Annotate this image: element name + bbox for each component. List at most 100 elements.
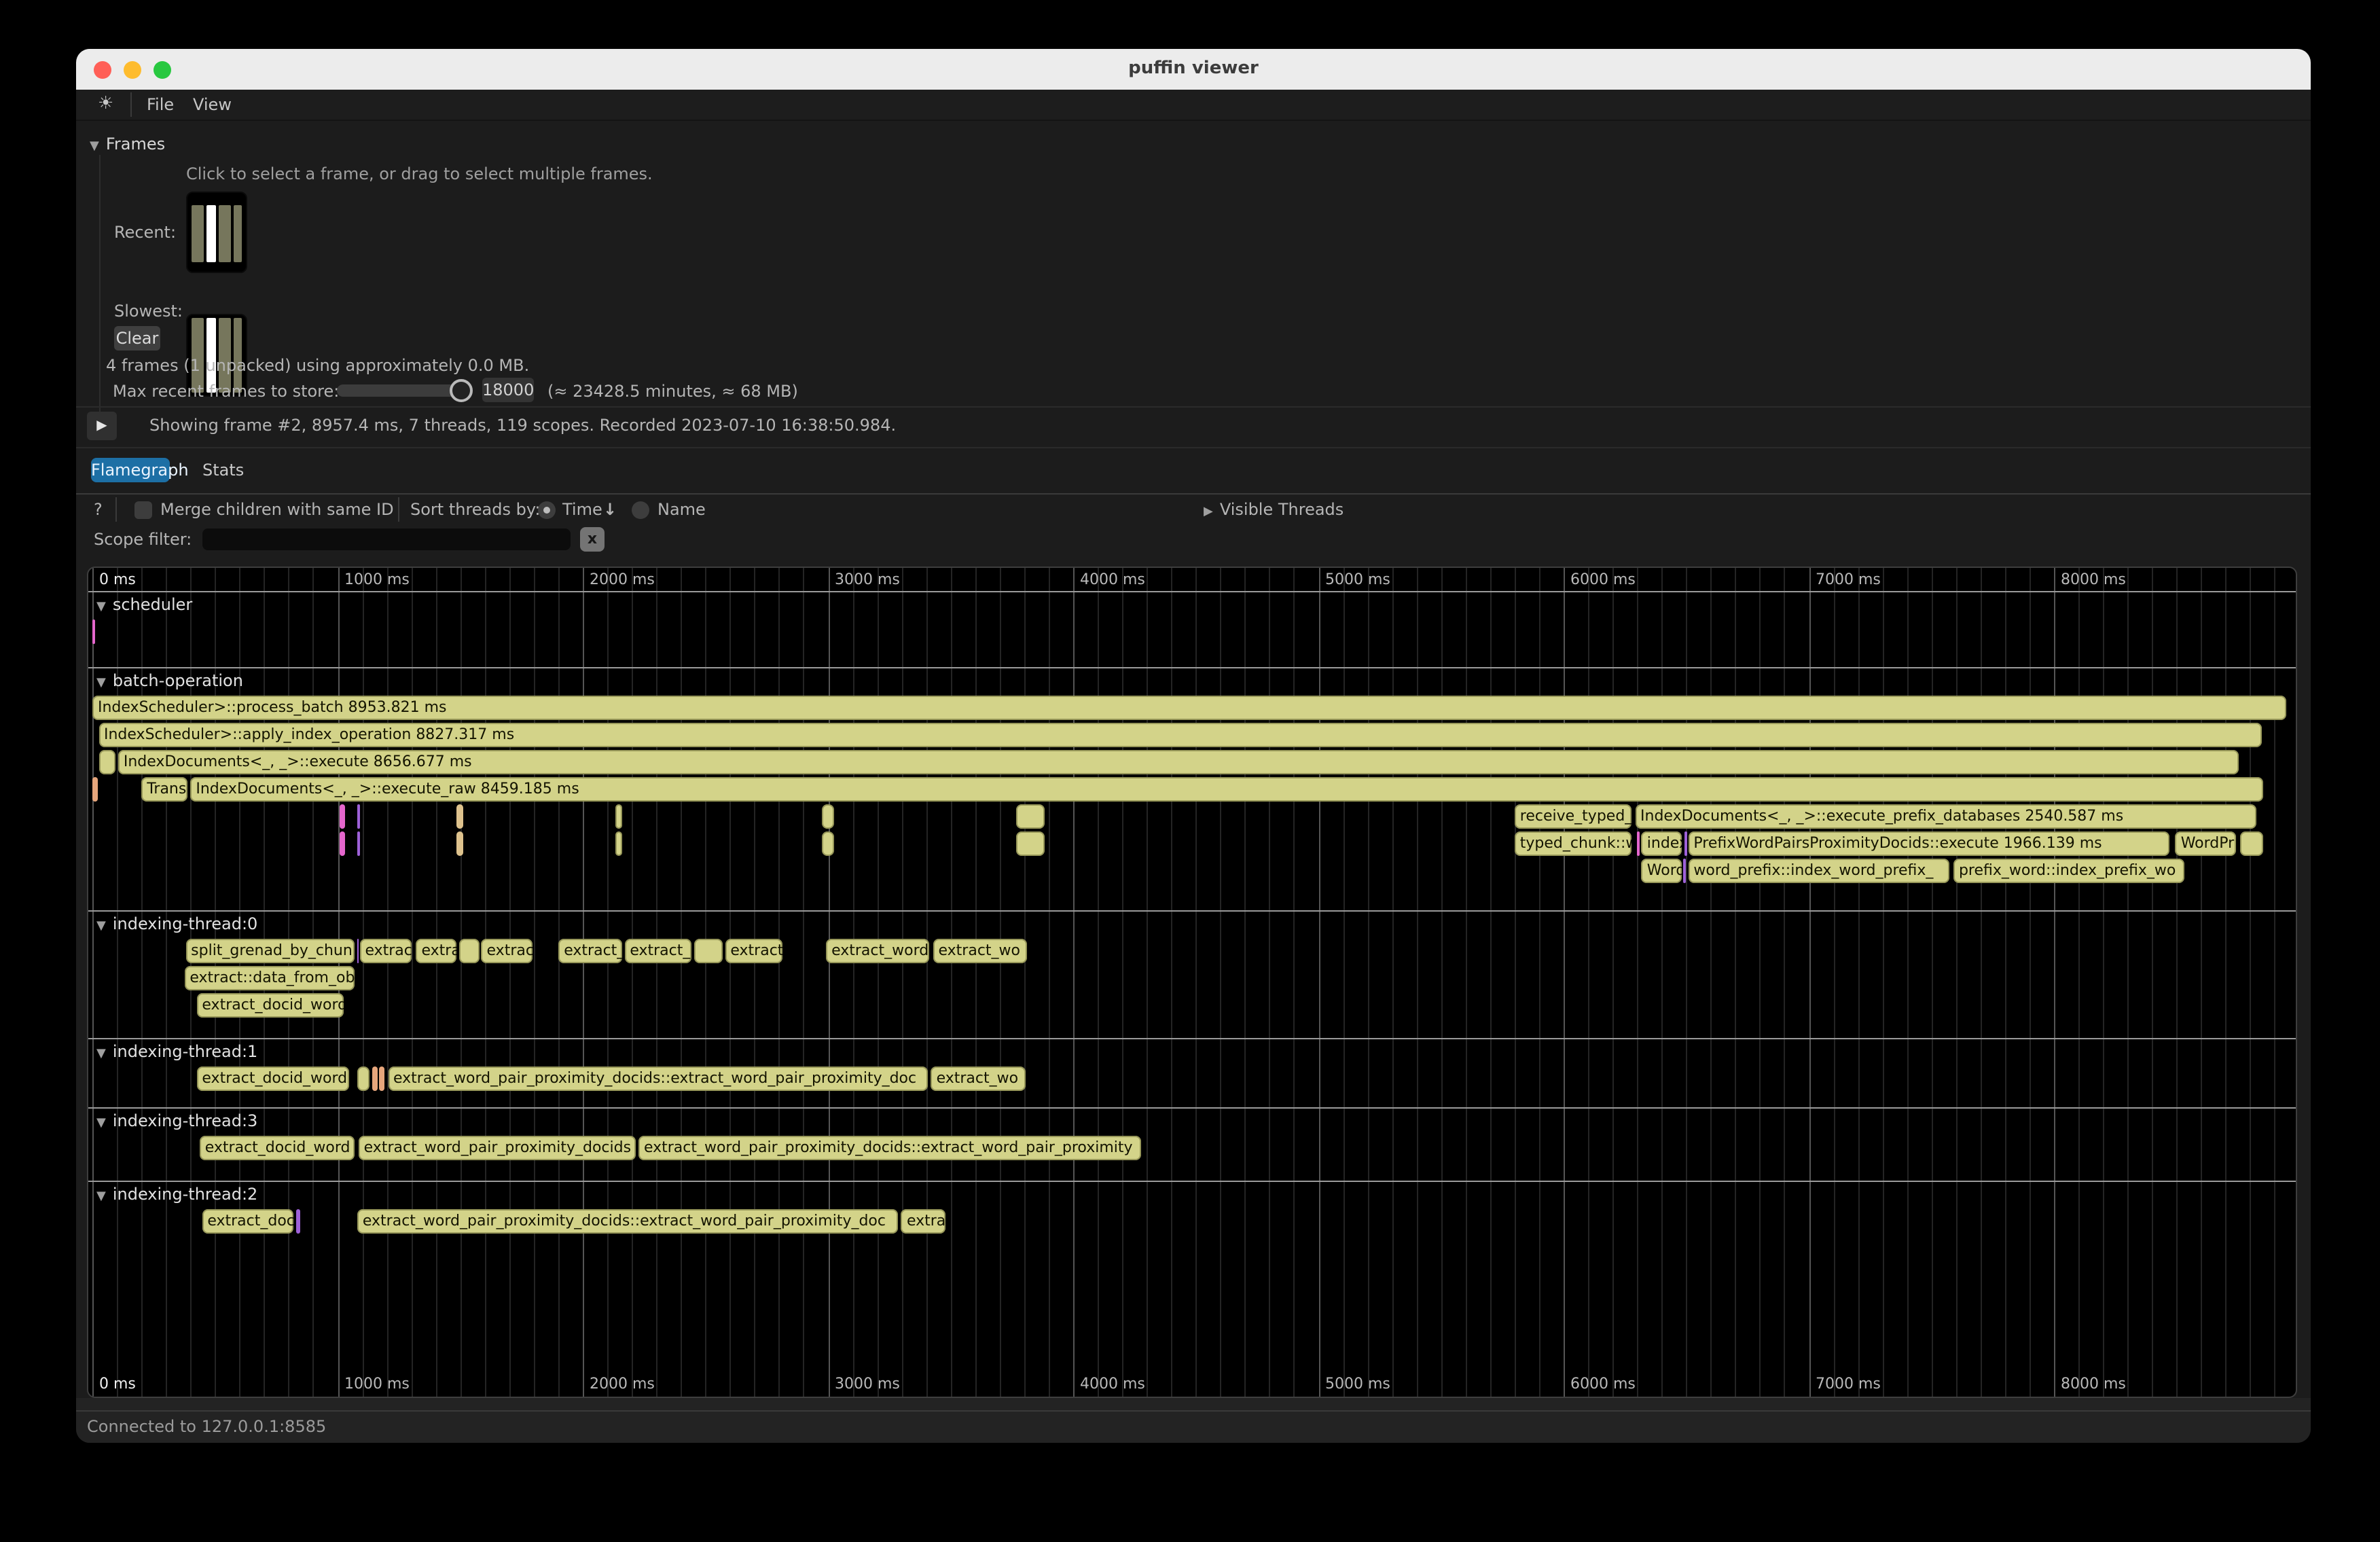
scope-bar[interactable] — [357, 831, 360, 856]
scope-bar[interactable]: extra — [416, 939, 456, 963]
scope-bar[interactable] — [1637, 831, 1640, 856]
scope-bar[interactable]: index — [1642, 831, 1682, 856]
menu-file[interactable]: File — [147, 95, 174, 114]
max-frames-slider-knob[interactable] — [450, 379, 473, 402]
merge-children-label[interactable]: Merge children with same ID — [160, 500, 394, 519]
scope-bar[interactable]: IndexScheduler>::apply_index_operation 8… — [98, 723, 2262, 747]
scope-bar[interactable] — [459, 939, 479, 963]
divider — [76, 447, 2311, 448]
help-button[interactable]: ? — [94, 500, 103, 519]
scope-bar[interactable]: extrac — [901, 1209, 945, 1234]
scope-bar[interactable] — [693, 939, 723, 963]
scope-bar[interactable]: extract_word — [826, 939, 930, 963]
clear-filter-button[interactable]: x — [580, 527, 605, 552]
scope-bar[interactable]: Trans — [141, 777, 187, 802]
grid-line — [2054, 568, 2055, 1397]
scope-bar[interactable]: IndexDocuments<_, _>::execute 8656.677 m… — [118, 750, 2239, 774]
scope-bar[interactable]: extract_word_pair_proximity_docids::extr… — [388, 1066, 928, 1091]
scope-bar[interactable]: IndexDocuments<_, _>::execute_raw 8459.1… — [190, 777, 2263, 802]
tab-flamegraph[interactable]: Flamegraph — [91, 458, 170, 482]
scope-bar[interactable]: IndexScheduler>::process_batch 8953.821 … — [92, 696, 2286, 720]
scope-bar[interactable]: extract_word_pair_proximity_docids::extr… — [638, 1136, 1142, 1160]
divider — [76, 493, 2311, 495]
thread-section-header[interactable]: ▼indexing-thread:0 — [96, 914, 257, 933]
tab-stats[interactable]: Stats — [202, 458, 243, 482]
clear-button[interactable]: Clear — [114, 326, 160, 351]
scope-bar[interactable]: prefix_word::index_prefix_wo — [1953, 859, 2185, 883]
scope-bar[interactable] — [615, 804, 621, 829]
scope-bar[interactable]: extract_docid_word — [196, 1066, 348, 1091]
grid-line — [1147, 568, 1148, 1397]
scope-bar[interactable]: extract_docid_word — [200, 1136, 355, 1160]
scope-bar[interactable]: IndexDocuments<_, _>::execute_prefix_dat… — [1635, 804, 2256, 829]
scope-bar[interactable]: extract_word_pair_proximity_docids — [359, 1136, 635, 1160]
scope-bar[interactable] — [615, 831, 621, 856]
thread-section-header[interactable]: ▼indexing-thread:2 — [96, 1185, 257, 1204]
scope-bar[interactable]: split_grenad_by_chun — [185, 939, 355, 963]
scope-bar[interactable] — [822, 804, 834, 829]
scope-bar[interactable]: extract_ — [558, 939, 621, 963]
scope-bar[interactable] — [92, 620, 95, 644]
grid-line — [1956, 568, 1958, 1397]
sort-direction-arrow-icon[interactable]: ↓ — [603, 500, 617, 519]
scope-bar[interactable]: extract_word_pair_proximity_docids::extr… — [357, 1209, 898, 1234]
scope-bar[interactable]: word_prefix::index_word_prefix_ — [1688, 859, 1949, 883]
play-button[interactable]: ▶ — [87, 412, 117, 440]
scope-bar[interactable] — [1683, 859, 1686, 883]
scope-bar[interactable]: extract_wo — [931, 1066, 1026, 1091]
scope-bar[interactable] — [357, 939, 359, 963]
flamegraph-canvas[interactable]: 0 ms1000 ms2000 ms3000 ms4000 ms5000 ms6… — [87, 567, 2297, 1398]
grid-line — [755, 568, 756, 1397]
scope-bar[interactable] — [372, 1066, 378, 1091]
sort-name-radio[interactable] — [632, 501, 649, 519]
sort-time-label[interactable]: Time — [562, 500, 602, 519]
thread-section-header[interactable]: ▼indexing-thread:1 — [96, 1042, 257, 1061]
scope-bar[interactable]: receive_typed_ — [1515, 804, 1632, 829]
visible-threads-toggle[interactable]: ▶Visible Threads — [1204, 500, 1344, 519]
scope-bar[interactable]: Word — [1642, 859, 1682, 883]
scope-bar[interactable]: extract_wo — [933, 939, 1028, 963]
scope-bar[interactable] — [357, 804, 360, 829]
sort-time-radio[interactable] — [538, 501, 556, 519]
thread-section-header[interactable]: ▼scheduler — [96, 595, 192, 614]
scope-bar[interactable]: extract — [725, 939, 782, 963]
scope-bar[interactable] — [339, 804, 346, 829]
scope-bar[interactable]: extract_doc — [202, 1209, 293, 1234]
scope-label: IndexScheduler>::apply_index_operation 8… — [98, 723, 2262, 747]
scope-bar[interactable]: extract_docid_word — [196, 993, 344, 1018]
divider — [76, 1410, 2311, 1412]
scope-bar[interactable]: extract::data_from_ob — [184, 966, 354, 990]
theme-toggle-icon[interactable]: ☀ — [98, 94, 113, 114]
scope-bar[interactable] — [1017, 831, 1045, 856]
scope-bar[interactable] — [100, 750, 115, 774]
scope-bar[interactable] — [93, 777, 98, 802]
scope-bar[interactable] — [456, 831, 463, 856]
scope-bar[interactable]: extract — [359, 939, 412, 963]
scope-bar[interactable] — [2240, 831, 2262, 856]
sort-name-label[interactable]: Name — [657, 500, 706, 519]
thread-section-header[interactable]: ▼batch-operation — [96, 671, 243, 690]
scope-bar[interactable] — [379, 1066, 384, 1091]
scope-filter-input[interactable] — [202, 528, 571, 550]
scope-bar[interactable] — [822, 831, 834, 856]
scope-bar[interactable]: typed_chunk::w — [1515, 831, 1631, 856]
menu-view[interactable]: View — [193, 95, 232, 114]
max-frames-value[interactable]: 18000 — [482, 378, 534, 402]
scope-label: extract — [725, 939, 782, 963]
scope-bar[interactable]: PrefixWordPairsProximityDocids::execute … — [1688, 831, 2169, 856]
merge-children-checkbox[interactable] — [134, 501, 152, 519]
scope-bar[interactable]: extrac — [482, 939, 533, 963]
scope-bar[interactable] — [1017, 804, 1045, 829]
scope-bar[interactable] — [339, 831, 346, 856]
scope-bar[interactable] — [1684, 831, 1687, 856]
scope-bar[interactable] — [456, 804, 463, 829]
scope-bar[interactable] — [357, 1066, 369, 1091]
scope-bar[interactable]: extract_ — [624, 939, 691, 963]
scope-bar[interactable] — [296, 1209, 300, 1234]
scope-bar[interactable]: WordPr — [2176, 831, 2237, 856]
grid-line — [1588, 568, 1589, 1397]
grid-line — [141, 568, 143, 1397]
recent-frame-thumbnail[interactable] — [186, 192, 247, 273]
thread-section-header[interactable]: ▼indexing-thread:3 — [96, 1111, 257, 1130]
frames-section-header[interactable]: ▼Frames — [90, 135, 165, 154]
